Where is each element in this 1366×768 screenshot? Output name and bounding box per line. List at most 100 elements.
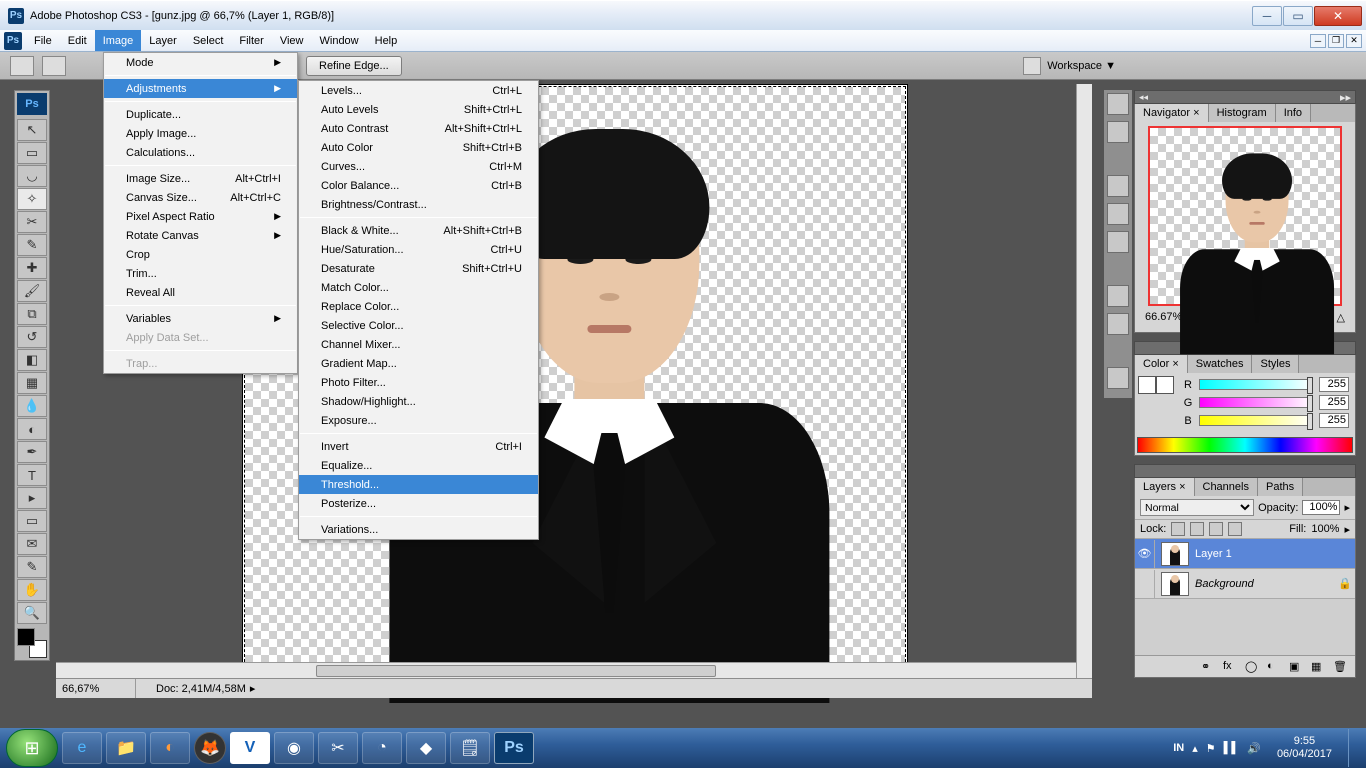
red-slider[interactable] xyxy=(1199,379,1313,390)
menu-image-size[interactable]: Image Size...Alt+Ctrl+I xyxy=(104,169,297,188)
blue-value[interactable]: 255 xyxy=(1319,413,1349,428)
color-swatch[interactable] xyxy=(17,628,47,658)
adjustment-layer-icon[interactable]: ◐ xyxy=(1267,660,1283,674)
color-swatch-pair[interactable] xyxy=(1138,376,1174,432)
opacity-value[interactable]: 100% xyxy=(1302,500,1340,515)
taskbar-app2-icon[interactable]: ◆ xyxy=(406,732,446,764)
type-tool[interactable]: T xyxy=(17,464,47,486)
tab-paths[interactable]: Paths xyxy=(1258,478,1303,496)
adjust-selective-color[interactable]: Selective Color... xyxy=(299,316,538,335)
adjust-replace-color[interactable]: Replace Color... xyxy=(299,297,538,316)
tray-volume-icon[interactable]: 🔊 xyxy=(1247,742,1261,755)
red-value[interactable]: 255 xyxy=(1319,377,1349,392)
dodge-tool[interactable]: ◐ xyxy=(17,418,47,440)
menu-adjustments[interactable]: Adjustments▶ xyxy=(104,79,297,98)
doc-close-button[interactable]: ✕ xyxy=(1346,34,1362,48)
notes-tool[interactable]: ✉ xyxy=(17,533,47,555)
dock-button-1[interactable] xyxy=(1107,93,1129,115)
adjust-match-color[interactable]: Match Color... xyxy=(299,278,538,297)
doc-minimize-button[interactable]: ─ xyxy=(1310,34,1326,48)
taskbar-snip-icon[interactable]: ✂ xyxy=(318,732,358,764)
menu-file[interactable]: File xyxy=(26,30,60,51)
visibility-toggle[interactable] xyxy=(1135,570,1155,598)
new-group-icon[interactable]: ▣ xyxy=(1289,660,1305,674)
move-tool[interactable]: ↖ xyxy=(17,119,47,141)
window-maximize-button[interactable]: ▭ xyxy=(1283,6,1313,26)
lasso-tool[interactable]: ◡ xyxy=(17,165,47,187)
adjust-curves[interactable]: Curves...Ctrl+M xyxy=(299,157,538,176)
layer-1[interactable]: 👁 Layer 1 xyxy=(1135,539,1355,569)
adjust-exposure[interactable]: Exposure... xyxy=(299,411,538,430)
new-layer-icon[interactable]: ▦ xyxy=(1311,660,1327,674)
menu-mode[interactable]: Mode▶ xyxy=(104,53,297,72)
start-button[interactable]: ⊞ xyxy=(6,729,58,767)
menu-calculations[interactable]: Calculations... xyxy=(104,143,297,162)
green-slider[interactable] xyxy=(1199,397,1313,408)
menu-select[interactable]: Select xyxy=(185,30,232,51)
adjust-color-balance[interactable]: Color Balance...Ctrl+B xyxy=(299,176,538,195)
delete-layer-icon[interactable]: 🗑 xyxy=(1333,660,1349,674)
taskbar-app1-icon[interactable]: ◔ xyxy=(362,732,402,764)
menu-window[interactable]: Window xyxy=(312,30,367,51)
layers-panel-header[interactable] xyxy=(1134,464,1356,478)
marquee-tool[interactable]: ▭ xyxy=(17,142,47,164)
menu-edit[interactable]: Edit xyxy=(60,30,95,51)
blend-mode-select[interactable]: Normal xyxy=(1140,499,1254,516)
lock-all-icon[interactable] xyxy=(1228,522,1242,536)
menu-rotate-canvas[interactable]: Rotate Canvas▶ xyxy=(104,226,297,245)
dock-button-6[interactable] xyxy=(1107,285,1129,307)
tab-styles[interactable]: Styles xyxy=(1252,355,1299,373)
menu-pixel-aspect-ratio[interactable]: Pixel Aspect Ratio▶ xyxy=(104,207,297,226)
window-minimize-button[interactable]: ─ xyxy=(1252,6,1282,26)
zoom-tool[interactable]: 🔍 xyxy=(17,602,47,624)
menu-layer[interactable]: Layer xyxy=(141,30,185,51)
tray-clock[interactable]: 9:5506/04/2017 xyxy=(1269,735,1340,760)
blue-slider[interactable] xyxy=(1199,415,1313,426)
lock-transparent-icon[interactable] xyxy=(1171,522,1185,536)
menu-reveal-all[interactable]: Reveal All xyxy=(104,283,297,302)
layer-name[interactable]: Layer 1 xyxy=(1195,548,1355,560)
dock-button-5[interactable] xyxy=(1107,231,1129,253)
navigator-thumbnail[interactable] xyxy=(1148,126,1342,306)
lock-position-icon[interactable] xyxy=(1209,522,1223,536)
green-value[interactable]: 255 xyxy=(1319,395,1349,410)
vertical-scrollbar[interactable] xyxy=(1076,84,1092,678)
window-close-button[interactable]: ✕ xyxy=(1314,6,1362,26)
adjust-threshold[interactable]: Threshold... xyxy=(299,475,538,494)
adjust-invert[interactable]: InvertCtrl+I xyxy=(299,437,538,456)
menu-help[interactable]: Help xyxy=(367,30,406,51)
refine-edge-button[interactable]: Refine Edge... xyxy=(306,56,402,76)
tab-swatches[interactable]: Swatches xyxy=(1188,355,1253,373)
dock-button-7[interactable] xyxy=(1107,313,1129,335)
menu-duplicate[interactable]: Duplicate... xyxy=(104,105,297,124)
menu-canvas-size[interactable]: Canvas Size...Alt+Ctrl+C xyxy=(104,188,297,207)
lock-image-icon[interactable] xyxy=(1190,522,1204,536)
adjust-brightness-contrast[interactable]: Brightness/Contrast... xyxy=(299,195,538,214)
adjust-desaturate[interactable]: DesaturateShift+Ctrl+U xyxy=(299,259,538,278)
adjust-equalize[interactable]: Equalize... xyxy=(299,456,538,475)
stamp-tool[interactable]: ⧉ xyxy=(17,303,47,325)
menu-view[interactable]: View xyxy=(272,30,312,51)
menu-trim[interactable]: Trim... xyxy=(104,264,297,283)
tray-network-icon[interactable]: ▌▌ xyxy=(1224,742,1240,754)
eyedropper-tool[interactable]: ✎ xyxy=(17,556,47,578)
slice-tool[interactable]: ✎ xyxy=(17,234,47,256)
adjust-gradient-map[interactable]: Gradient Map... xyxy=(299,354,538,373)
color-spectrum[interactable] xyxy=(1137,437,1353,453)
adjust-photo-filter[interactable]: Photo Filter... xyxy=(299,373,538,392)
adjust-posterize[interactable]: Posterize... xyxy=(299,494,538,513)
adjust-channel-mixer[interactable]: Channel Mixer... xyxy=(299,335,538,354)
visibility-toggle[interactable]: 👁 xyxy=(1135,540,1155,568)
taskbar-firefox-icon[interactable]: 🦊 xyxy=(194,732,226,764)
tray-chevron-icon[interactable]: ▴ xyxy=(1192,742,1198,755)
tab-channels[interactable]: Channels xyxy=(1195,478,1258,496)
link-layers-icon[interactable]: ⚭ xyxy=(1201,660,1217,674)
menu-crop[interactable]: Crop xyxy=(104,245,297,264)
menu-apply-image[interactable]: Apply Image... xyxy=(104,124,297,143)
history-brush-tool[interactable]: ↺ xyxy=(17,326,47,348)
tab-info[interactable]: Info xyxy=(1276,104,1311,122)
panel-stack-header[interactable]: ◂◂▸▸ xyxy=(1134,90,1356,104)
shape-tool[interactable]: ▭ xyxy=(17,510,47,532)
adjust-auto-color[interactable]: Auto ColorShift+Ctrl+B xyxy=(299,138,538,157)
tab-layers[interactable]: Layers × xyxy=(1135,478,1195,496)
